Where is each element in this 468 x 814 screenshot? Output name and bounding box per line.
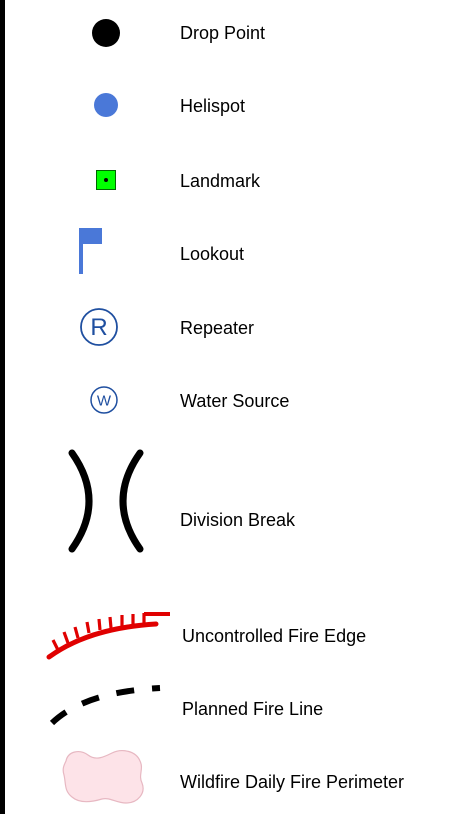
landmark-label: Landmark	[180, 171, 261, 191]
planned-fire-line-icon	[44, 678, 164, 728]
svg-text:R: R	[90, 314, 107, 341]
uncontrolled-fire-edge-icon	[44, 610, 172, 660]
planned-fire-line-label: Planned Fire Line	[182, 699, 324, 719]
water-source-label: Water Source	[180, 391, 290, 411]
helispot-icon	[93, 92, 119, 118]
fire-perimeter-icon	[60, 747, 150, 807]
lookout-label: Lookout	[180, 244, 245, 264]
uncontrolled-fire-edge-label: Uncontrolled Fire Edge	[182, 626, 367, 646]
division-break-icon	[66, 449, 146, 554]
repeater-icon: R	[79, 307, 119, 347]
landmark-icon	[96, 170, 116, 190]
drop-point-label: Drop Point	[180, 23, 266, 43]
legend-left-border	[0, 0, 5, 814]
drop-point-icon	[91, 18, 121, 48]
svg-text:W: W	[97, 393, 112, 410]
division-break-label: Division Break	[180, 510, 296, 530]
helispot-label: Helispot	[180, 96, 246, 116]
lookout-flag-icon	[79, 228, 105, 274]
repeater-label: Repeater	[180, 318, 255, 338]
water-source-icon: W	[89, 385, 119, 415]
wildfire-daily-fire-perimeter-label: Wildfire Daily Fire Perimeter	[180, 772, 405, 792]
